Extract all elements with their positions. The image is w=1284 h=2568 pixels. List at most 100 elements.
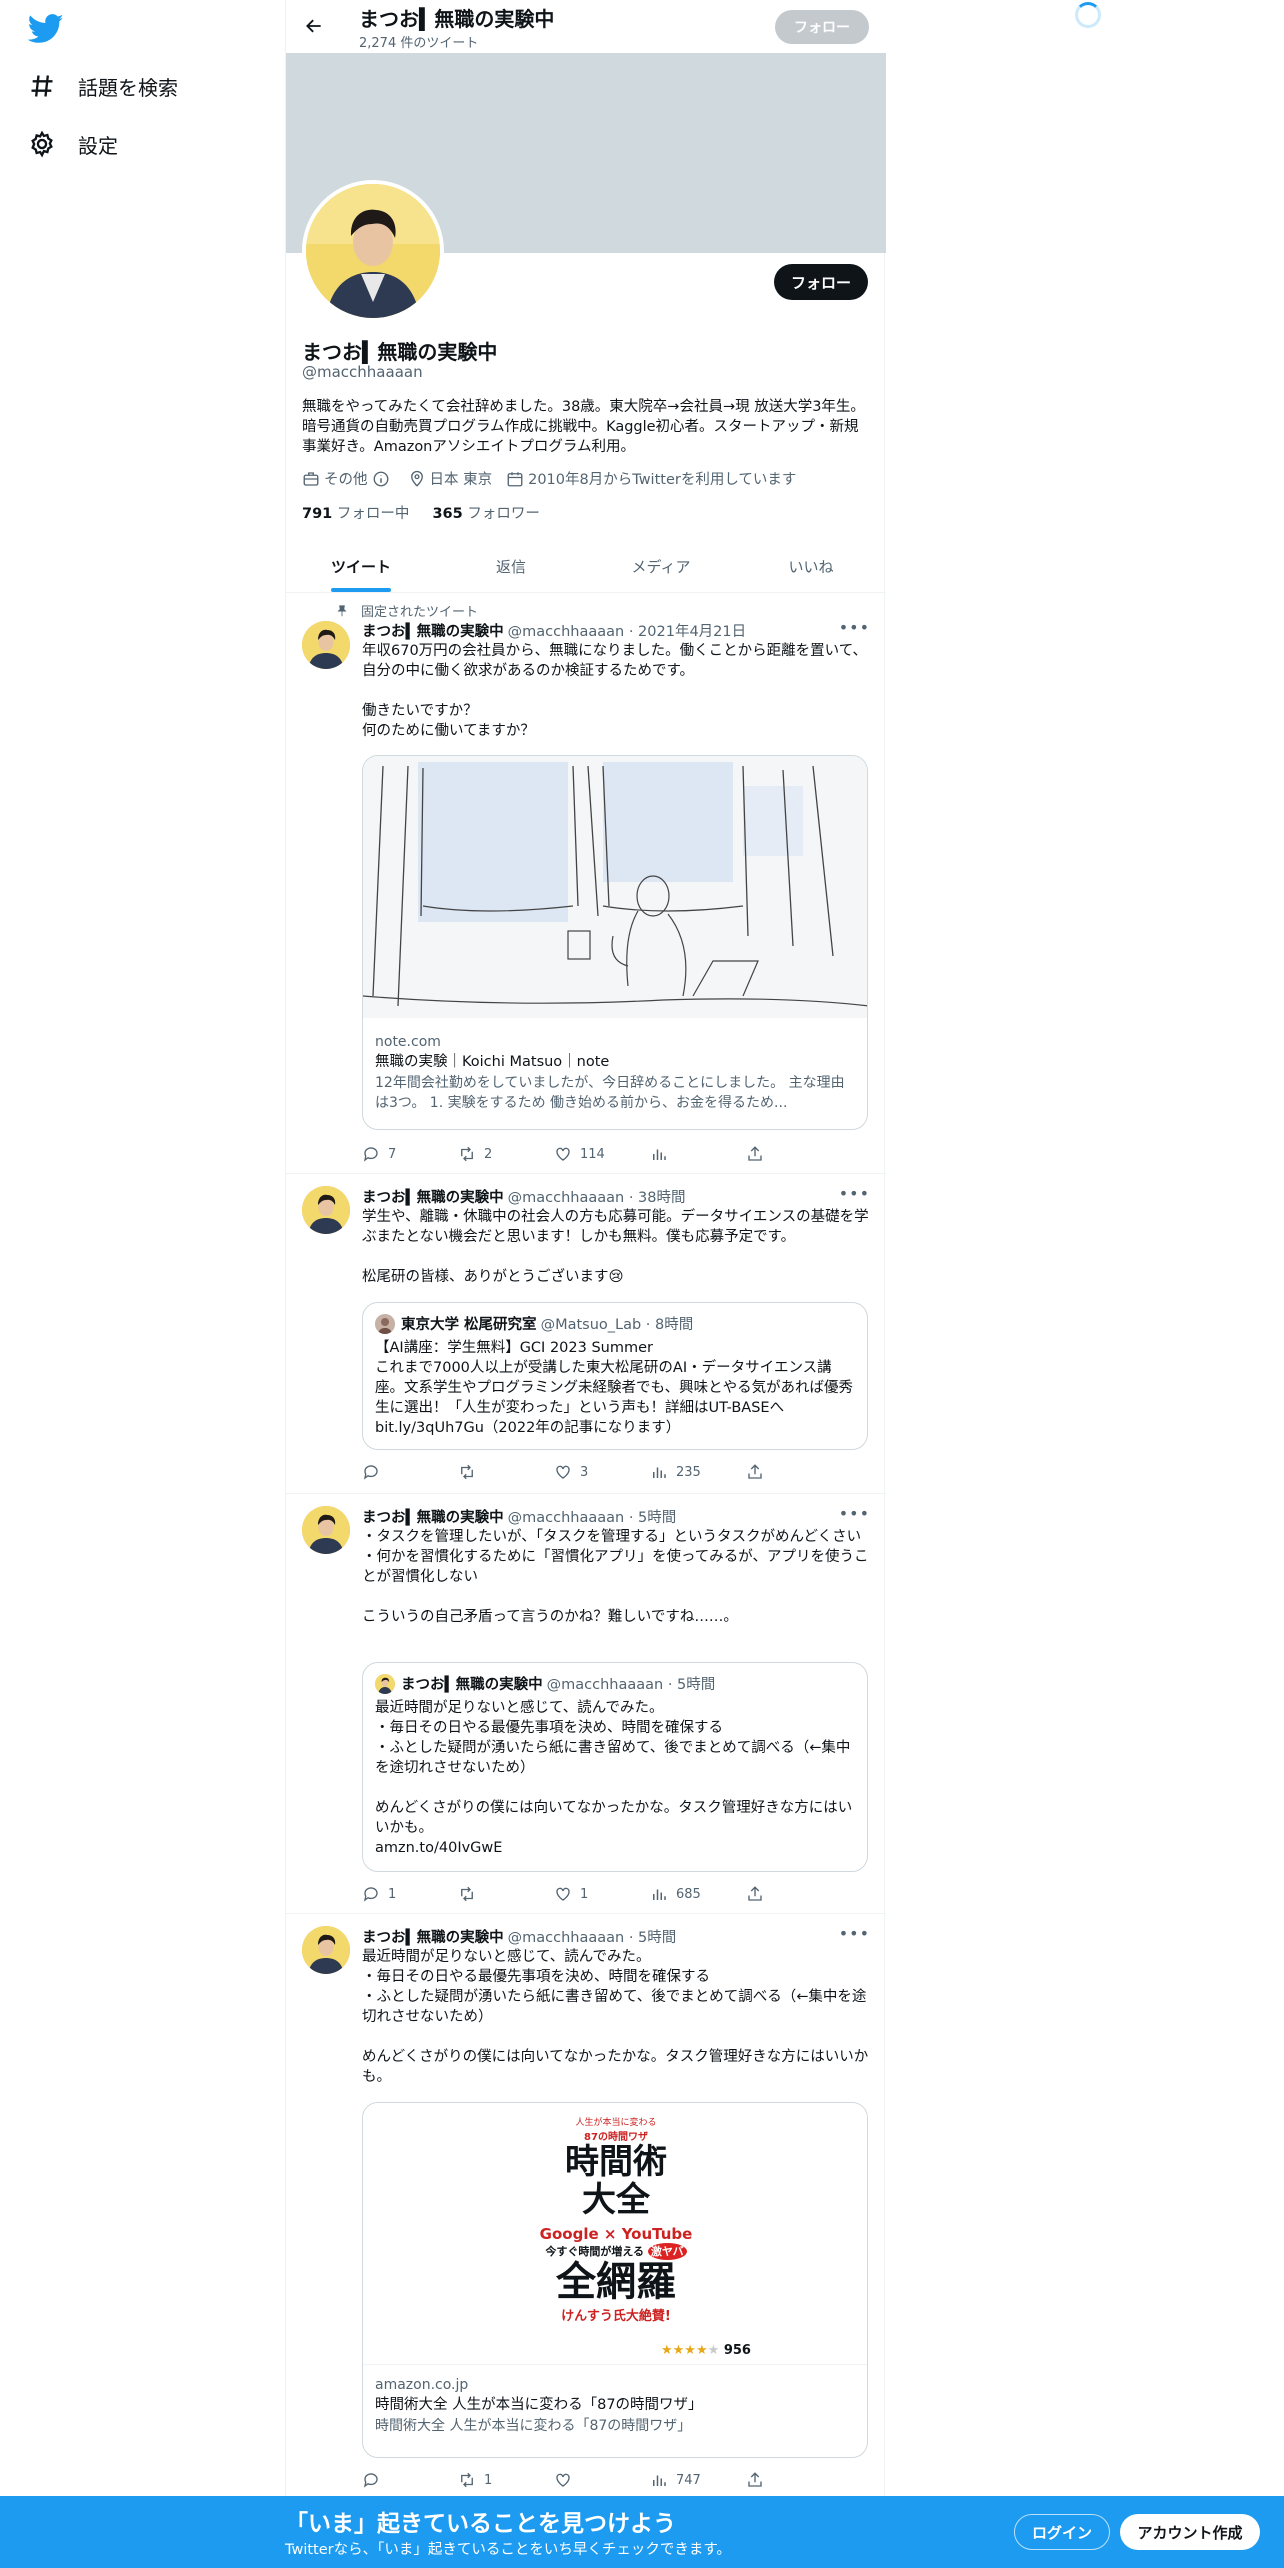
tweet-header: まつお▍無職の実験中 @macchhaaaan · 2021年4月21日	[362, 620, 746, 641]
views-button[interactable]: 685	[650, 1884, 746, 1904]
info-icon[interactable]	[372, 470, 390, 488]
follow-button[interactable]: フォロー	[774, 264, 868, 300]
tab-likes[interactable]: いいね	[736, 540, 886, 592]
calendar-icon	[507, 471, 523, 486]
tweet[interactable]: まつお▍無職の実験中 @macchhaaaan · 38時間 ••• 学生や、離…	[286, 1174, 886, 1494]
profile-joined: 2010年8月からTwitterを利用しています	[506, 468, 796, 489]
tweet-header: まつお▍無職の実験中 @macchhaaaan · 38時間	[362, 1186, 686, 1207]
like-button[interactable]: 1	[554, 1884, 650, 1904]
share-icon	[748, 1146, 762, 1161]
twitter-bird-icon[interactable]	[28, 14, 64, 44]
profile-column: まつお▍無職の実験中 2,274 件のツイート フォロー フォロー まつお▍無職…	[285, 0, 886, 2500]
more-options-icon[interactable]: •••	[839, 1504, 870, 1523]
avatar[interactable]	[302, 1506, 350, 1554]
tweet-actions: 7 2 114	[362, 1144, 802, 1164]
tweet-actions: 3 235	[362, 1462, 802, 1482]
more-options-icon[interactable]: •••	[839, 618, 870, 637]
share-button[interactable]	[746, 1144, 786, 1164]
share-icon	[748, 2472, 762, 2487]
reply-icon	[363, 1465, 378, 1480]
retweet-button[interactable]	[458, 1462, 554, 1482]
retweet-button[interactable]: 1	[458, 2470, 554, 2490]
profile-category: その他	[302, 468, 394, 489]
header-follow-button[interactable]: フォロー	[775, 10, 869, 44]
nav-explore[interactable]: 話題を検索	[28, 64, 178, 108]
tweet-header: まつお▍無職の実験中 @macchhaaaan · 5時間	[362, 1506, 676, 1527]
tweet-actions: 1 1 685	[362, 1884, 802, 1904]
briefcase-icon	[303, 471, 319, 486]
signup-banner-title: 「いま」起きていることを見つけよう	[285, 2511, 676, 2537]
link-card[interactable]: 人生が本当に変わる 87の時間ワザ 時間術 大全 Google × YouTub…	[362, 2102, 868, 2458]
tab-replies[interactable]: 返信	[436, 540, 586, 592]
share-button[interactable]	[746, 2470, 786, 2490]
more-options-icon[interactable]: •••	[839, 1924, 870, 1943]
like-button[interactable]: 3	[554, 1462, 650, 1482]
nav-settings-label: 設定	[78, 133, 118, 158]
retweet-button[interactable]	[458, 1884, 554, 1904]
profile-follow-stats: 791 フォロー中 365 フォロワー	[302, 502, 540, 523]
profile-meta: その他 日本 東京 2010年8月からTwitterを利用しています	[302, 468, 810, 489]
profile-handle: @macchhaaaan	[302, 363, 423, 381]
tweet-author-name[interactable]: まつお▍無職の実験中	[362, 620, 504, 641]
avatar[interactable]	[302, 1186, 350, 1234]
signup-banner-subtitle: Twitterなら、「いま」起きていることをいち早くチェックできます。	[285, 2542, 731, 2558]
followers-link[interactable]: 365 フォロワー	[432, 506, 539, 522]
profile-tabs: ツイート 返信 メディア いいね	[286, 540, 886, 593]
avatar-photo-icon	[302, 1186, 350, 1234]
tab-media[interactable]: メディア	[586, 540, 736, 592]
quoted-tweet[interactable]: まつお▍無職の実験中 @macchhaaaan · 5時間 最近時間が足りないと…	[362, 1662, 868, 1872]
quoted-tweet[interactable]: 東京大学 松尾研究室 @Matsuo_Lab · 8時間 【AI講座：学生無料】…	[362, 1302, 868, 1450]
profile-avatar[interactable]	[302, 180, 444, 322]
reply-button[interactable]	[362, 1462, 458, 1482]
nav-settings[interactable]: 設定	[28, 122, 118, 166]
share-button[interactable]	[746, 1462, 786, 1482]
header-profile-name: まつお▍無職の実験中	[359, 7, 555, 31]
views-button[interactable]: 235	[650, 1462, 746, 1482]
book-cover: 人生が本当に変わる 87の時間ワザ 時間術 大全 Google × YouTub…	[363, 2103, 867, 2365]
tweet-author-name[interactable]: まつお▍無職の実験中	[362, 1926, 504, 1947]
quote-meta: @macchhaaaan · 5時間	[546, 1677, 716, 1693]
tweet[interactable]: 固定されたツイート まつお▍無職の実験中 @macchhaaaan · 2021…	[286, 593, 886, 1174]
book-cover-art: 人生が本当に変わる 87の時間ワザ 時間術 大全 Google × YouTub…	[533, 2111, 699, 2357]
reply-button[interactable]: 1	[362, 1884, 458, 1904]
reply-button[interactable]: 7	[362, 1144, 458, 1164]
tab-tweets[interactable]: ツイート	[286, 540, 436, 592]
like-button[interactable]: 114	[554, 1144, 650, 1164]
nav-explore-label: 話題を検索	[78, 75, 178, 100]
tweet-author-name[interactable]: まつお▍無職の実験中	[362, 1506, 504, 1527]
card-illustration	[363, 756, 867, 1018]
card-description: 時間術大全 人生が本当に変わる「87の時間ワザ」	[375, 2418, 692, 2434]
share-icon	[748, 1886, 762, 1901]
analytics-icon	[653, 1467, 666, 1478]
retweet-button[interactable]: 2	[458, 1144, 554, 1164]
profile-header: まつお▍無職の実験中 2,274 件のツイート フォロー	[286, 0, 886, 53]
reply-icon	[363, 2473, 378, 2488]
tweet[interactable]: まつお▍無職の実験中 @macchhaaaan · 5時間 ••• ・タスクを管…	[286, 1494, 886, 1914]
avatar-photo-icon	[306, 184, 440, 318]
tweet-author-name[interactable]: まつお▍無職の実験中	[362, 1186, 504, 1207]
book-rating: ★★★★★ 956	[661, 2343, 751, 2358]
back-button[interactable]	[296, 8, 332, 44]
avatar[interactable]	[302, 1926, 350, 1974]
tweet-text: ・タスクを管理したいが、「タスクを管理する」というタスクがめんどくさい ・何かを…	[362, 1529, 869, 1625]
views-button[interactable]: 747	[650, 2470, 746, 2490]
link-card[interactable]: note.com 無職の実験｜Koichi Matsuo｜note 12年間会社…	[362, 755, 868, 1130]
share-button[interactable]	[746, 1884, 786, 1904]
signup-button[interactable]: アカウント作成	[1120, 2514, 1260, 2550]
like-button[interactable]	[554, 2470, 650, 2490]
pinned-label: 固定されたツイート	[335, 601, 478, 620]
login-button[interactable]: ログイン	[1014, 2514, 1110, 2550]
card-domain: amazon.co.jp	[375, 2377, 469, 2393]
views-button[interactable]	[650, 1144, 746, 1164]
tweet-text: 最近時間が足りないと感じて、読んでみた。 ・毎日その日やる最優先事項を決め、時間…	[362, 1949, 869, 2085]
tweet[interactable]: まつお▍無職の実験中 @macchhaaaan · 5時間 ••• 最近時間が足…	[286, 1914, 886, 2500]
tweet-actions: 1 747	[362, 2470, 802, 2490]
pin-icon	[337, 604, 347, 616]
following-link[interactable]: 791 フォロー中	[302, 506, 409, 522]
quote-avatar	[375, 1673, 395, 1694]
quote-avatar	[375, 1313, 395, 1334]
reply-button[interactable]	[362, 2470, 458, 2490]
more-options-icon[interactable]: •••	[839, 1184, 870, 1203]
quote-text: 最近時間が足りないと感じて、読んでみた。 ・毎日その日やる最優先事項を決め、時間…	[375, 1700, 853, 1856]
avatar[interactable]	[302, 621, 350, 669]
